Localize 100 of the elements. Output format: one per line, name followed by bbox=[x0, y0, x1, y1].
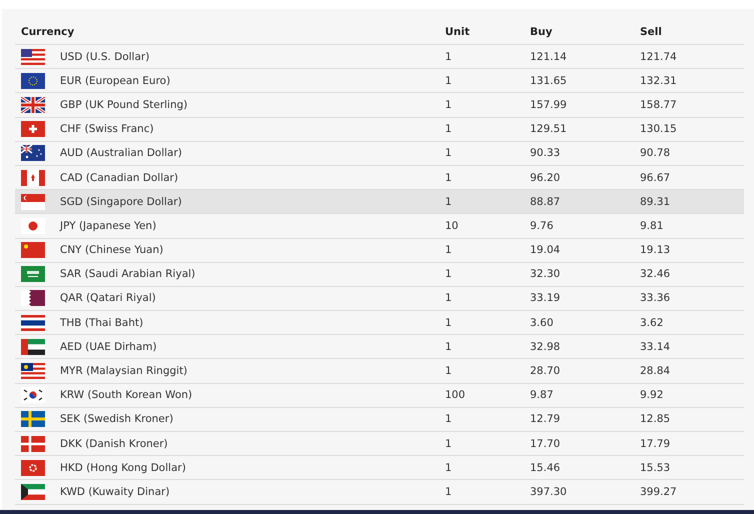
currency-cell-text: CAD (Canadian Dollar) bbox=[60, 172, 180, 184]
buy-cell-text: 9.76 bbox=[530, 220, 554, 232]
flag-icon bbox=[21, 48, 45, 65]
table-row[interactable]: JPY (Japanese Yen) 10 9.76 9.81 bbox=[15, 214, 744, 238]
flag-icon bbox=[21, 194, 45, 210]
table-row[interactable]: THB (Thai Baht) 1 3.60 3.62 bbox=[15, 311, 744, 336]
unit-cell-text: 1 bbox=[445, 413, 453, 426]
unit-cell-text: 1 bbox=[445, 438, 453, 450]
table-row[interactable]: CNY (Chinese Yuan) 1 19.04 19.13 bbox=[15, 238, 744, 263]
column-header: Unit bbox=[445, 26, 471, 40]
table-row[interactable]: EUR (European Euro) 1 131.65 132.31 bbox=[15, 69, 744, 94]
sell-cell-text: 3.62 bbox=[640, 316, 664, 329]
table-row[interactable]: KWD (Kuwaity Dinar) 1 397.30 399.27 bbox=[15, 480, 744, 505]
buy-cell-text: 157.99 bbox=[530, 98, 568, 111]
currency-cell-text: SEK (Swedish Kroner) bbox=[60, 413, 174, 426]
table-row[interactable]: AED (UAE Dirham) 1 32.98 33.14 bbox=[15, 335, 744, 360]
sell-cell-text: 33.36 bbox=[640, 292, 672, 304]
sell-cell-text: 121.74 bbox=[640, 50, 678, 63]
flag-icon bbox=[21, 96, 45, 113]
flag-icon bbox=[21, 338, 45, 355]
currency-cell-text: SAR (Saudi Arabian Riyal) bbox=[60, 268, 196, 280]
currency-cell-text: AED (UAE Dirham) bbox=[60, 340, 158, 353]
buy-cell-text: 96.20 bbox=[530, 172, 562, 184]
column-header: Buy bbox=[530, 26, 554, 40]
sell-cell-text: 19.13 bbox=[640, 244, 672, 256]
unit-cell-text: 1 bbox=[445, 244, 453, 256]
sell-cell-text: 33.14 bbox=[640, 340, 672, 353]
currency-cell-text: QAR (Qatari Riyal) bbox=[60, 292, 157, 304]
buy-cell-text: 17.70 bbox=[530, 438, 562, 450]
flag-icon bbox=[21, 290, 45, 306]
sell-cell-text: 28.84 bbox=[640, 365, 672, 378]
currency-cell-text: MYR (Malaysian Ringgit) bbox=[60, 365, 188, 378]
flag-icon bbox=[21, 242, 45, 258]
unit-cell-text: 1 bbox=[445, 268, 453, 280]
unit-cell-text: 1 bbox=[445, 172, 453, 184]
buy-cell-text: 33.19 bbox=[530, 292, 562, 304]
sell-cell-text: 9.92 bbox=[640, 389, 664, 402]
column-header: Sell bbox=[640, 26, 663, 40]
sell-cell-text: 12.85 bbox=[640, 413, 672, 426]
unit-cell-text: 1 bbox=[445, 74, 453, 87]
flag-icon bbox=[21, 363, 45, 380]
currency-cell-text: DKK (Danish Kroner) bbox=[60, 438, 169, 450]
currency-cell-text: JPY (Japanese Yen) bbox=[60, 220, 158, 232]
flag-icon bbox=[21, 121, 45, 138]
table-row[interactable]: DKK (Danish Kroner) 1 17.70 17.79 bbox=[15, 432, 744, 456]
buy-cell-text: 9.87 bbox=[530, 389, 554, 402]
buy-cell-text: 15.46 bbox=[530, 462, 562, 474]
flag-icon bbox=[21, 72, 45, 89]
unit-cell-text: 100 bbox=[445, 389, 466, 402]
column-header: Currency bbox=[20, 26, 76, 40]
currency-cell-text: EUR (European Euro) bbox=[60, 74, 172, 87]
sell-cell-text: 17.79 bbox=[640, 438, 672, 450]
currency-cell-text: KWD (Kuwaity Dinar) bbox=[60, 486, 171, 498]
currency-cell-text: SGD (Singapore Dollar) bbox=[60, 196, 183, 208]
buy-cell-text: 32.98 bbox=[530, 340, 562, 353]
sell-cell-text: 130.15 bbox=[640, 123, 678, 136]
sell-cell-text: 90.78 bbox=[640, 147, 672, 160]
flag-icon bbox=[21, 411, 45, 428]
currency-cell-text: GBP (UK Pound Sterling) bbox=[60, 98, 189, 111]
flag-icon bbox=[21, 145, 45, 162]
table-row[interactable]: GBP (UK Pound Sterling) 1 157.99 158.77 bbox=[15, 93, 744, 118]
sell-cell-text: 158.77 bbox=[640, 98, 678, 111]
flag-icon bbox=[21, 218, 45, 234]
buy-cell-text: 19.04 bbox=[530, 244, 562, 256]
buy-cell-text: 88.87 bbox=[530, 196, 562, 208]
table-row[interactable]: AUD (Australian Dollar) 1 90.33 90.78 bbox=[15, 142, 744, 166]
table-row[interactable]: CHF (Swiss Franc) 1 129.51 130.15 bbox=[15, 118, 744, 142]
buy-cell-text: 12.79 bbox=[530, 413, 562, 426]
unit-cell-text: 1 bbox=[445, 486, 453, 498]
unit-cell-text: 1 bbox=[445, 340, 453, 353]
currency-cell-text: USD (U.S. Dollar) bbox=[60, 50, 150, 63]
unit-cell-text: 1 bbox=[445, 316, 453, 329]
sell-cell-text: 89.31 bbox=[640, 196, 672, 208]
table-row[interactable]: SGD (Singapore Dollar) 1 88.87 89.31 bbox=[15, 190, 744, 214]
unit-cell-text: 1 bbox=[445, 147, 453, 160]
unit-cell-text: 1 bbox=[445, 462, 453, 474]
table-row[interactable]: USD (U.S. Dollar) 1 121.14 121.74 bbox=[15, 45, 744, 70]
flag-icon bbox=[21, 170, 45, 186]
table-row[interactable]: MYR (Malaysian Ringgit) 1 28.70 28.84 bbox=[15, 359, 744, 384]
sell-cell-text: 15.53 bbox=[640, 462, 672, 474]
buy-cell-text: 3.60 bbox=[530, 316, 554, 329]
buy-cell-text: 90.33 bbox=[530, 147, 562, 160]
unit-cell-text: 1 bbox=[445, 98, 453, 111]
table-row[interactable]: QAR (Qatari Riyal) 1 33.19 33.36 bbox=[15, 286, 744, 312]
sell-cell-text: 9.81 bbox=[640, 220, 664, 232]
table-row[interactable]: SAR (Saudi Arabian Riyal) 1 32.30 32.46 bbox=[15, 262, 744, 287]
unit-cell-text: 1 bbox=[445, 292, 453, 304]
table-row[interactable]: KRW (South Korean Won) 100 9.87 9.92 bbox=[15, 384, 744, 408]
unit-cell-text: 10 bbox=[445, 220, 460, 232]
unit-cell-text: 1 bbox=[445, 196, 453, 208]
currency-cell-text: HKD (Hong Kong Dollar) bbox=[60, 462, 187, 474]
buy-cell-text: 28.70 bbox=[530, 365, 562, 378]
buy-cell-text: 131.65 bbox=[530, 74, 568, 87]
flag-icon bbox=[21, 314, 45, 331]
table-row[interactable]: HKD (Hong Kong Dollar) 1 15.46 15.53 bbox=[15, 456, 744, 480]
table-row[interactable]: SEK (Swedish Kroner) 1 12.79 12.85 bbox=[15, 408, 744, 432]
flag-icon bbox=[21, 460, 45, 476]
buy-cell-text: 121.14 bbox=[530, 50, 568, 63]
buy-cell-text: 129.51 bbox=[530, 123, 568, 136]
buy-cell-text: 397.30 bbox=[530, 486, 568, 498]
